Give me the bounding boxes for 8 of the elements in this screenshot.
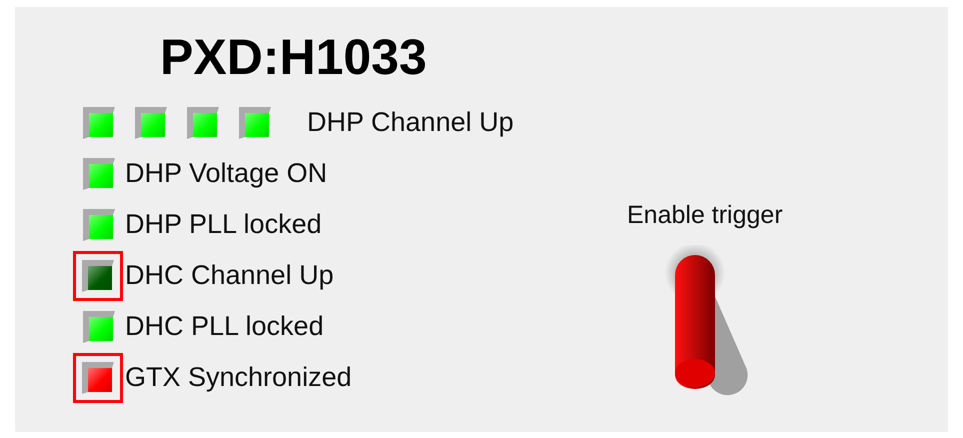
panel-title: PXD:H1033 (160, 32, 428, 82)
indicator-label: DHP Channel Up (307, 106, 514, 140)
toggle-label: Enable trigger (627, 200, 783, 231)
indicator-label: DHP PLL locked (125, 208, 322, 242)
indicator-label: GTX Synchronized (125, 361, 352, 394)
indicator-label: DHC PLL locked (125, 310, 324, 344)
indicator-label: DHP Voltage ON (125, 157, 328, 190)
indicator-label: DHC Channel Up (125, 259, 334, 292)
